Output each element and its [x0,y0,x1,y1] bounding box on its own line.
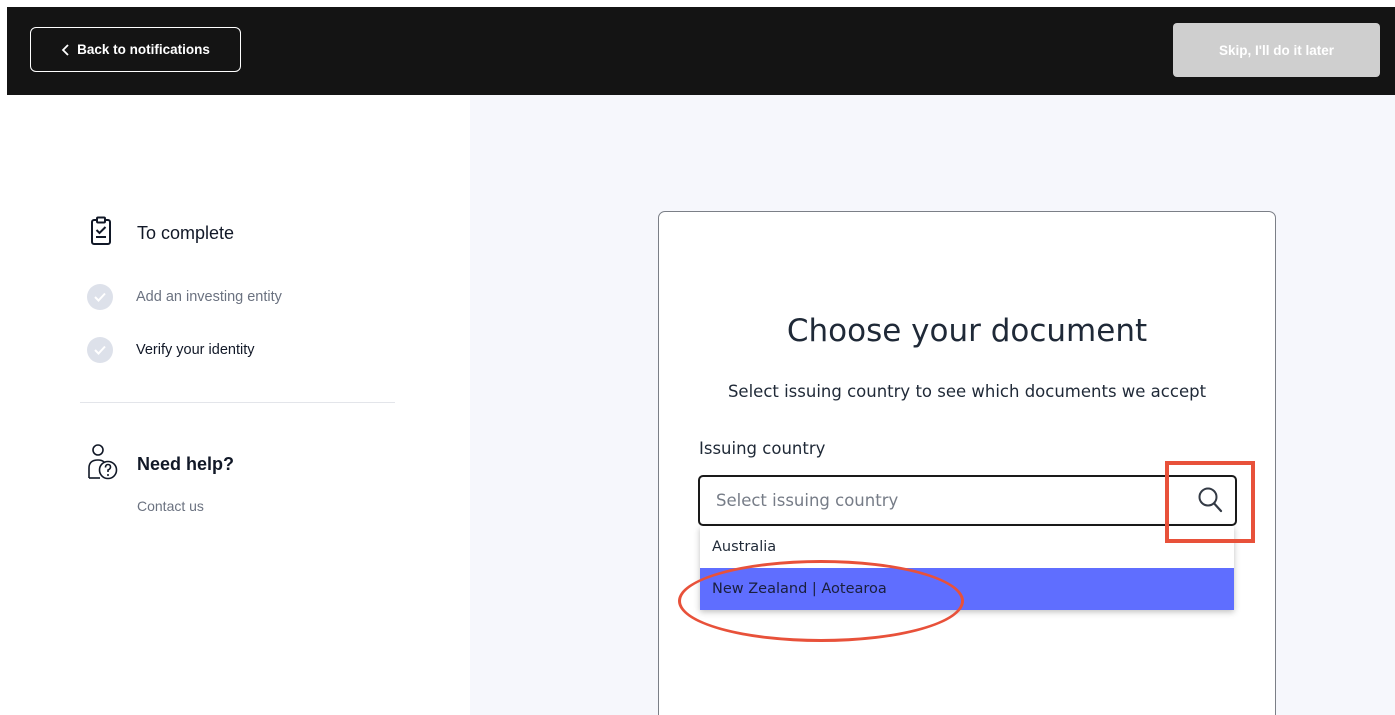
step-label: Add an investing entity [136,289,282,305]
back-label: Back to notifications [77,42,210,57]
step-label: Verify your identity [136,342,255,358]
page-subtitle: Select issuing country to see which docu… [727,382,1207,401]
country-dropdown: Australia New Zealand | Aotearoa [700,526,1234,610]
skip-button[interactable]: Skip, I'll do it later [1173,23,1380,77]
issuing-country-input[interactable] [716,477,1176,523]
to-complete-title: To complete [137,223,235,243]
need-help-title: Need help? [137,454,235,474]
top-bar: Back to notifications Skip, I'll do it l… [7,7,1395,95]
help-person-icon [86,444,120,485]
chevron-left-icon [61,43,71,57]
option-new-zealand[interactable]: New Zealand | Aotearoa [700,568,1234,610]
sidebar-divider [80,402,395,403]
search-icon[interactable] [1197,486,1223,519]
back-to-notifications-button[interactable]: Back to notifications [30,27,241,72]
to-complete-heading: To complete [90,216,234,251]
issuing-country-field [698,475,1237,526]
contact-us-link[interactable]: Contact us [137,498,204,514]
page-title: Choose your document [786,313,1148,349]
step-add-investing-entity: Add an investing entity [87,283,282,311]
step-verify-identity: Verify your identity [87,336,254,364]
issuing-country-label: Issuing country [699,439,826,458]
sidebar [0,95,470,715]
document-card [658,211,1276,715]
check-icon [87,284,113,310]
clipboard-check-icon [90,216,112,251]
option-australia[interactable]: Australia [700,526,1234,568]
check-icon [87,337,113,363]
need-help-heading: Need help? [86,444,234,485]
